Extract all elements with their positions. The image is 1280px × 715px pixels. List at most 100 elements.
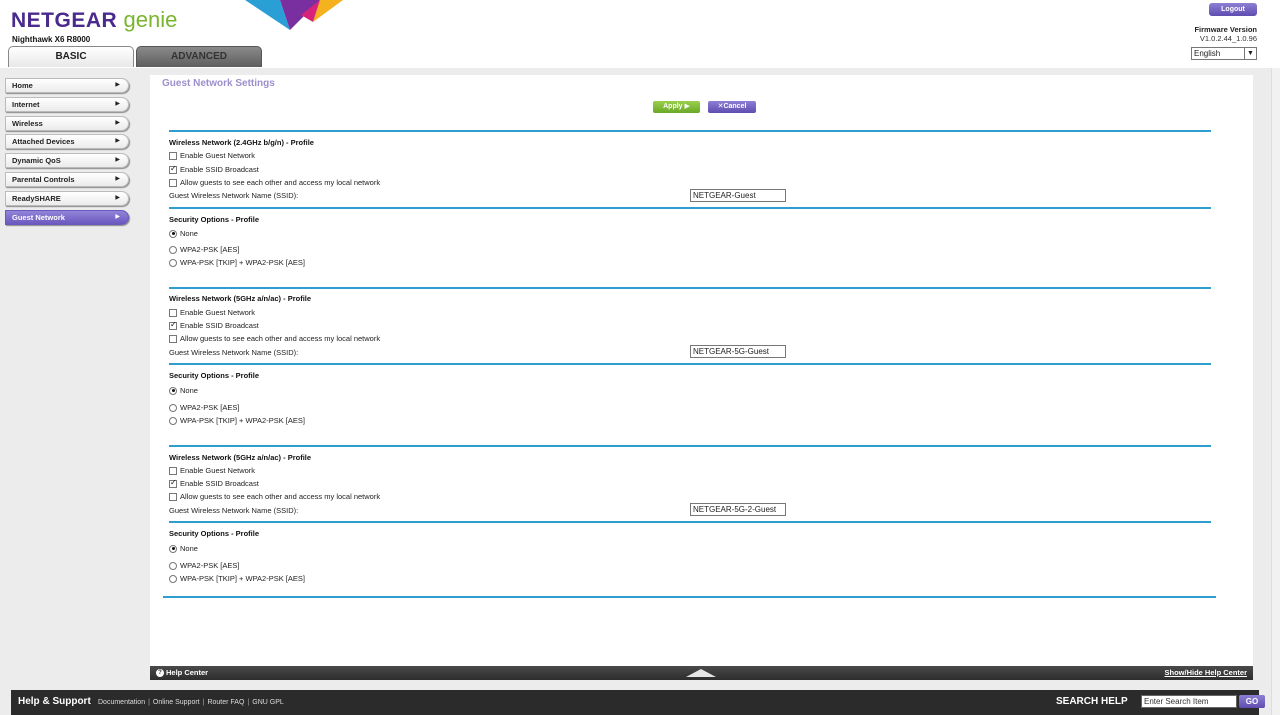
sidebar-item-home[interactable]: Home ▶	[5, 78, 129, 93]
security-none-row: None	[169, 386, 198, 395]
separator: |	[148, 699, 150, 706]
tab-advanced[interactable]: ADVANCED	[136, 46, 262, 67]
security-wpa2-row: WPA2-PSK [AES]	[169, 245, 239, 254]
expand-up-icon[interactable]	[686, 669, 716, 677]
security-wpa2-label: WPA2-PSK [AES]	[180, 245, 240, 254]
allow-guests-checkbox[interactable]	[169, 334, 177, 343]
footer: Help & Support Documentation | Online Sup…	[11, 690, 1265, 715]
security-mixed-radio[interactable]	[169, 258, 177, 267]
arrow-right-icon: ▶	[115, 119, 120, 126]
ssid-label: Guest Wireless Network Name (SSID):	[169, 348, 299, 357]
sidebar-item-label: ReadySHARE	[12, 193, 61, 203]
enable-ssid-checkbox[interactable]	[169, 478, 177, 488]
enable-guest-checkbox[interactable]	[169, 308, 177, 317]
logo-brand: NETGEAR	[11, 9, 118, 32]
security-none-row: None	[169, 544, 198, 553]
router-model: Nighthawk X6 R8000	[12, 35, 91, 44]
sidebar-item-readyshare[interactable]: ReadySHARE ▶	[5, 190, 129, 206]
security-mixed-row: WPA-PSK [TKIP] + WPA2-PSK [AES]	[169, 574, 305, 583]
sidebar-item-parental-controls[interactable]: Parental Controls ▶	[5, 171, 129, 187]
firmware-label: Firmware Version	[1194, 25, 1257, 34]
tab-basic[interactable]: BASIC	[8, 46, 134, 67]
enable-guest-label: Enable Guest Network	[180, 308, 256, 317]
enable-guest-row: Enable Guest Network	[169, 151, 255, 160]
arrow-right-icon: ▶	[115, 82, 120, 88]
security-none-label: None	[180, 386, 198, 395]
sidebar-item-label: Attached Devices	[12, 137, 75, 147]
security-wpa2-radio[interactable]	[169, 245, 177, 254]
go-button[interactable]: GO	[1239, 695, 1265, 708]
security-mixed-radio[interactable]	[169, 574, 177, 583]
enable-ssid-checkbox[interactable]	[169, 164, 177, 174]
apply-button[interactable]: Apply ▶	[653, 101, 700, 113]
help-support-title: Help & Support	[18, 696, 91, 707]
search-input[interactable]: Enter Search Item	[1141, 695, 1237, 708]
enable-guest-row: Enable Guest Network	[169, 466, 255, 475]
security-wpa2-row: WPA2-PSK [AES]	[169, 561, 239, 570]
cancel-label: Cancel	[723, 103, 747, 110]
page-title: Guest Network Settings	[162, 78, 275, 89]
allow-guests-label: Allow guests to see each other and acces…	[180, 334, 381, 343]
security-none-radio[interactable]	[169, 544, 177, 553]
sidebar-item-dynamic-qos[interactable]: Dynamic QoS ▶	[5, 153, 129, 169]
security-title: Security Options - Profile	[169, 215, 260, 224]
sidebar-item-label: Home	[12, 81, 33, 90]
section-divider	[169, 207, 1211, 209]
sidebar-item-internet[interactable]: Internet ▶	[5, 96, 129, 112]
firmware-version: V1.0.2.44_1.0.96	[1199, 34, 1257, 43]
enable-guest-checkbox[interactable]	[169, 466, 177, 475]
router-faq-link[interactable]: Router FAQ	[207, 699, 244, 706]
show-hide-help-link[interactable]: Show/Hide Help Center	[1164, 668, 1247, 677]
allow-guests-row: Allow guests to see each other and acces…	[169, 178, 380, 187]
section-divider	[169, 521, 1211, 523]
gnu-gpl-link[interactable]: GNU GPL	[252, 699, 284, 706]
ssid-label: Guest Wireless Network Name (SSID):	[169, 506, 299, 515]
security-none-label: None	[180, 544, 198, 553]
allow-guests-checkbox[interactable]	[169, 178, 177, 187]
security-mixed-row: WPA-PSK [TKIP] + WPA2-PSK [AES]	[169, 416, 305, 425]
help-center-link[interactable]: ? Help Center	[156, 668, 208, 677]
allow-guests-label: Allow guests to see each other and acces…	[180, 492, 381, 501]
online-support-link[interactable]: Online Support	[153, 699, 200, 706]
security-mixed-label: WPA-PSK [TKIP] + WPA2-PSK [AES]	[180, 258, 305, 267]
logout-button[interactable]: Logout	[1209, 3, 1257, 16]
allow-guests-row: Allow guests to see each other and acces…	[169, 334, 380, 343]
security-wpa2-radio[interactable]	[169, 403, 177, 412]
security-none-radio[interactable]	[169, 229, 177, 238]
security-mixed-radio[interactable]	[169, 416, 177, 425]
allow-guests-checkbox[interactable]	[169, 492, 177, 501]
security-none-label: None	[180, 229, 198, 238]
enable-ssid-checkbox[interactable]	[169, 320, 177, 330]
search-help-label: SEARCH HELP	[1056, 696, 1128, 707]
enable-ssid-label: Enable SSID Broadcast	[180, 479, 259, 488]
language-select[interactable]: English ▼	[1191, 47, 1257, 60]
help-center-label: Help Center	[166, 668, 209, 677]
sidebar: Home ▶ Internet ▶ Wireless ▶ Attached Devic…	[5, 78, 129, 228]
sidebar-item-attached-devices[interactable]: Attached Devices ▶	[5, 134, 129, 150]
enable-guest-checkbox[interactable]	[169, 151, 177, 160]
arrow-right-icon: ▶	[115, 100, 120, 107]
enable-guest-label: Enable Guest Network	[180, 466, 256, 475]
security-none-radio[interactable]	[169, 386, 177, 395]
enable-guest-row: Enable Guest Network	[169, 308, 255, 317]
separator: |	[202, 699, 205, 706]
ssid-input[interactable]: NETGEAR-5G-2-Guest	[690, 503, 786, 516]
arrow-right-icon: ▶	[115, 138, 120, 145]
security-mixed-label: WPA-PSK [TKIP] + WPA2-PSK [AES]	[180, 574, 305, 583]
enable-ssid-row: Enable SSID Broadcast	[169, 320, 259, 330]
cancel-button[interactable]: ✕Cancel	[708, 101, 756, 113]
arrow-right-icon: ▶	[115, 175, 120, 182]
security-wpa2-radio[interactable]	[169, 561, 177, 570]
scrollbar[interactable]	[1271, 68, 1280, 715]
ssid-label: Guest Wireless Network Name (SSID):	[169, 191, 299, 200]
sidebar-item-wireless[interactable]: Wireless ▶	[5, 115, 129, 131]
documentation-link[interactable]: Documentation	[98, 699, 145, 706]
ssid-input[interactable]: NETGEAR-5G-Guest	[690, 345, 786, 358]
sidebar-item-guest-network[interactable]: Guest Network ▶	[5, 209, 129, 225]
security-title: Security Options - Profile	[169, 371, 260, 380]
sidebar-item-label: Wireless	[12, 118, 43, 128]
security-mixed-label: WPA-PSK [TKIP] + WPA2-PSK [AES]	[180, 416, 305, 425]
question-icon: ?	[156, 668, 164, 677]
ssid-input[interactable]: NETGEAR-Guest	[690, 189, 786, 202]
allow-guests-label: Allow guests to see each other and acces…	[180, 178, 381, 187]
